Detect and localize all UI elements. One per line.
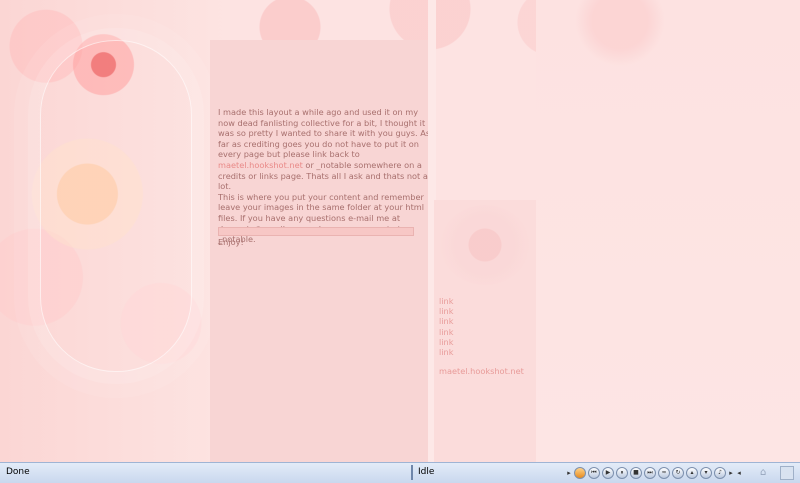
content-divider [218, 227, 414, 236]
nav-links: link link link link link link [439, 296, 453, 357]
nav-link-1[interactable]: link [439, 296, 453, 306]
pause-icon[interactable]: ⏸ [616, 467, 628, 479]
status-idle-text: Idle [418, 467, 435, 477]
media-logo-icon[interactable] [574, 467, 586, 479]
header-illustration [0, 0, 230, 462]
nav-link-6[interactable]: link [439, 347, 453, 357]
rose-decoration-right [560, 0, 680, 70]
nav-rose-decoration [440, 205, 530, 285]
media-controls: ▸ ⏮ ▶ ⏸ ■ ⏭ ≈ ↻ ▴ ▾ ♪ ▸ ◂ [566, 466, 742, 480]
play-icon[interactable]: ▶ [602, 467, 614, 479]
status-text: Done [6, 467, 30, 477]
repeat-icon[interactable]: ↻ [672, 467, 684, 479]
nav-site-link[interactable]: maetel.hookshot.net [439, 366, 524, 376]
security-zone-icon [780, 466, 794, 480]
illustration-swirl [40, 40, 192, 372]
content-body: I made this layout a while ago and used … [218, 107, 432, 245]
arrow-left-icon[interactable]: ◂ [736, 468, 742, 478]
nav-link-4[interactable]: link [439, 327, 453, 337]
volume-down-icon[interactable]: ▾ [700, 467, 712, 479]
status-separator [411, 465, 413, 480]
stop-icon[interactable]: ■ [630, 467, 642, 479]
lock-icon: ⌂ [760, 467, 767, 478]
speaker-icon[interactable]: ♪ [714, 467, 726, 479]
nav-link-5[interactable]: link [439, 337, 453, 347]
volume-up-icon[interactable]: ▴ [686, 467, 698, 479]
nav-link-2[interactable]: link [439, 306, 453, 316]
credit-link[interactable]: maetel.hookshot.net [218, 160, 303, 170]
shuffle-icon[interactable]: ≈ [658, 467, 670, 479]
skip-forward-icon[interactable]: ⏭ [644, 467, 656, 479]
nav-link-3[interactable]: link [439, 316, 453, 326]
arrow-right-icon[interactable]: ▸ [566, 468, 572, 478]
browser-statusbar: Done Idle ▸ ⏮ ▶ ⏸ ■ ⏭ ≈ ↻ ▴ ▾ ♪ ▸ ◂ ⌂ [0, 462, 800, 483]
enjoy-text: Enjoy! [218, 237, 244, 247]
arrow-right-2-icon[interactable]: ▸ [728, 468, 734, 478]
skip-back-icon[interactable]: ⏮ [588, 467, 600, 479]
content-column [210, 40, 428, 462]
paragraph2-text: This is where you put your content and r… [218, 191, 425, 245]
page-viewport: I made this layout a while ago and used … [0, 0, 800, 462]
paragraph1-text-a: I made this layout a while ago and used … [218, 107, 431, 160]
